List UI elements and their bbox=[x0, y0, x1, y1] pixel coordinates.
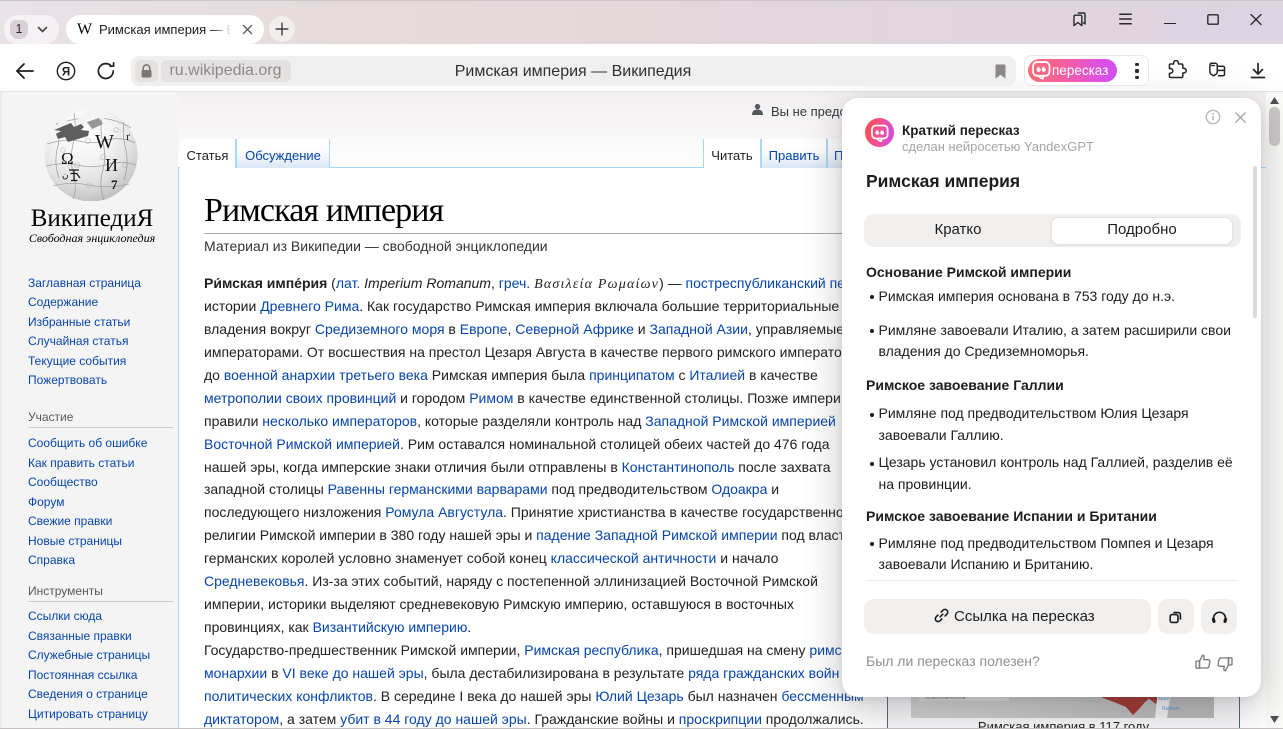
svg-text:ن: ن bbox=[62, 170, 69, 180]
svg-text:7: 7 bbox=[111, 177, 118, 192]
svg-text:ґ: ґ bbox=[126, 131, 130, 143]
svg-text:Rubrum: Rubrum bbox=[1162, 706, 1180, 712]
svg-text:Ω: Ω bbox=[61, 149, 74, 168]
svg-text:Я: Я bbox=[62, 66, 70, 78]
svg-text:W: W bbox=[95, 131, 114, 153]
svg-text:И: И bbox=[105, 155, 118, 175]
